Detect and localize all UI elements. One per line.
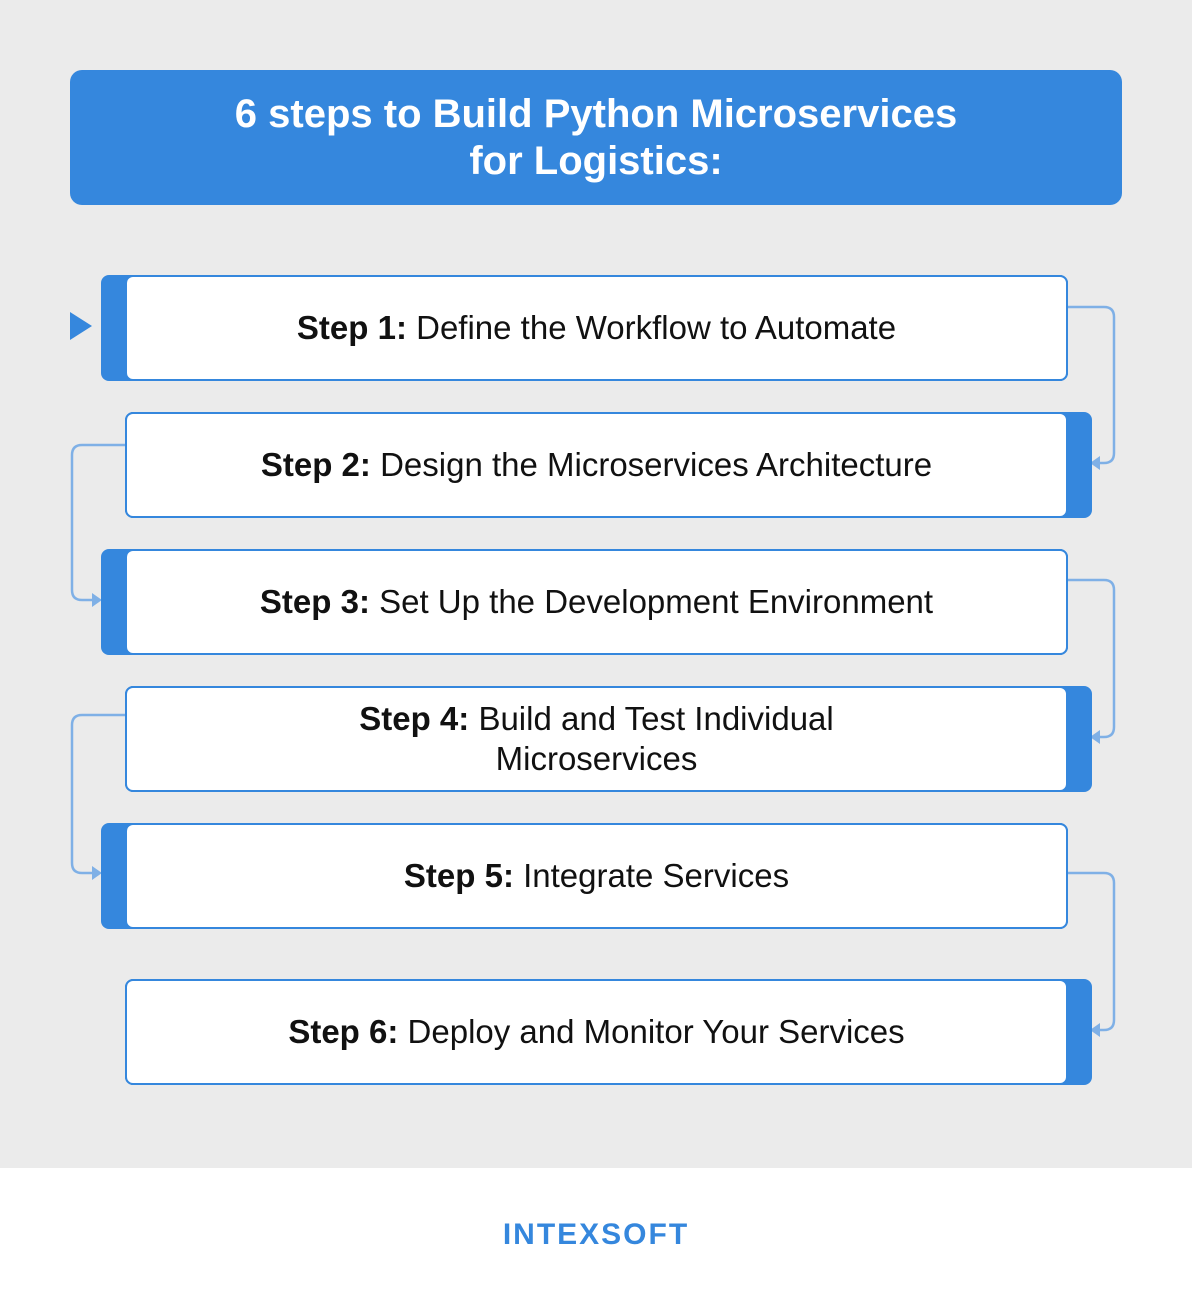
step-1-card: Step 1: Define the Workflow to Automate — [101, 275, 1068, 381]
step-5-card: Step 5: Integrate Services — [101, 823, 1068, 929]
start-arrow-icon — [70, 312, 92, 340]
step-3-text: Set Up the Development Environment — [379, 583, 934, 620]
step-5-text: Integrate Services — [523, 857, 790, 894]
step-6-text: Deploy and Monitor Your Services — [407, 1013, 905, 1050]
title-line-2: for Logistics: — [469, 138, 723, 183]
step-2-text: Design the Microservices Architecture — [380, 446, 933, 483]
step-3-prefix: Step 3: — [259, 583, 370, 620]
step-6-card: Step 6: Deploy and Monitor Your Services — [125, 979, 1092, 1085]
step-5-prefix: Step 5: — [403, 857, 514, 894]
intexsoft-logo: INTEXSOFT — [502, 1218, 690, 1251]
title-banner: 6 steps to Build Python Microservices fo… — [70, 70, 1122, 205]
step-1-prefix: Step 1: — [296, 309, 407, 346]
step-3-card: Step 3: Set Up the Development Environme… — [101, 549, 1068, 655]
step-6-prefix: Step 6: — [288, 1013, 399, 1050]
step-4-prefix: Step 4: — [359, 700, 470, 737]
step-4-card: Step 4: Build and Test Individual Micros… — [125, 686, 1092, 792]
step-2-card: Step 2: Design the Microservices Archite… — [125, 412, 1092, 518]
step-4-text: Build and Test Individual Microservices — [478, 700, 834, 777]
step-1-text: Define the Workflow to Automate — [416, 309, 897, 346]
step-2-prefix: Step 2: — [260, 446, 371, 483]
title-line-1: 6 steps to Build Python Microservices — [234, 91, 958, 136]
